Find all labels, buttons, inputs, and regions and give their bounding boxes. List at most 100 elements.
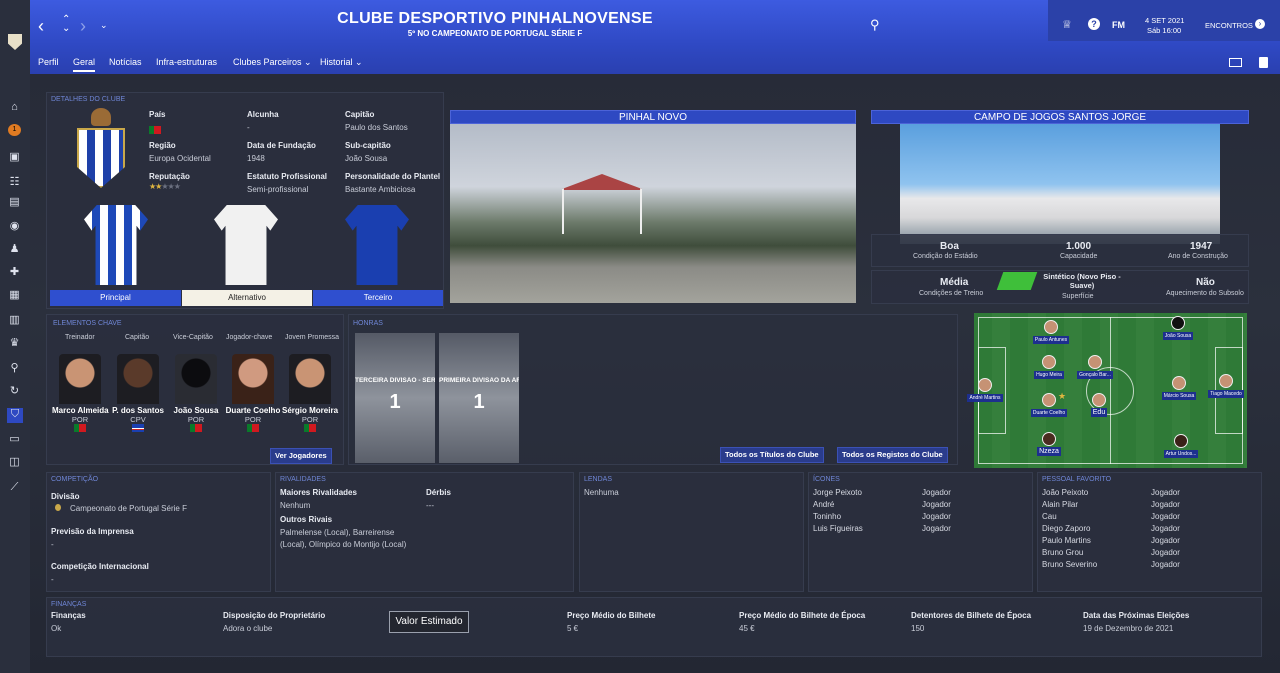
tactics-icon[interactable]: ☷ (8, 176, 21, 188)
icon-name[interactable]: André (813, 500, 834, 509)
tab-profile[interactable]: Perfil (38, 57, 59, 67)
lineup-player[interactable]: Nzeza (1029, 432, 1069, 456)
division-value[interactable]: Campeonato de Portugal Série F (70, 504, 187, 513)
lineup-player[interactable]: Paulo Antunes (1031, 320, 1071, 344)
favourite-name[interactable]: Alain Pilar (1042, 500, 1078, 509)
bandstand-shape (562, 174, 642, 234)
person-key-player[interactable]: Duarte Coelho POR (225, 354, 281, 434)
help-icon[interactable]: ? (1088, 18, 1100, 30)
capacity-value: 1.000 (1066, 241, 1092, 252)
lineup-player[interactable]: Artur Undos... (1161, 434, 1201, 458)
lineup-player[interactable]: Hugo Meira (1029, 355, 1069, 379)
role-captain: Capitão (125, 334, 150, 341)
all-records-button[interactable]: Todos os Registos do Clube (837, 447, 948, 463)
fm-menu-button[interactable]: FM (1112, 20, 1125, 30)
view-players-button[interactable]: Ver Jogadores (270, 448, 332, 464)
back-icon[interactable]: ‹ (38, 16, 44, 37)
training-icon[interactable]: ◉ (8, 220, 21, 232)
kit-home-button[interactable]: Principal (50, 290, 181, 306)
inbox-icon[interactable]: 1 (8, 124, 21, 136)
medical-icon[interactable]: ✚ (8, 266, 21, 278)
all-titles-button[interactable]: Todos os Títulos do Clube (720, 447, 824, 463)
history-dropdown-icon[interactable]: ⌄ (100, 20, 108, 31)
club-icon[interactable]: ⛉ (7, 408, 23, 423)
lineup-player[interactable]: Edu (1079, 393, 1119, 417)
club-crest (75, 108, 127, 194)
data-icon[interactable]: ▤ (8, 196, 21, 208)
key-player-name: Duarte Coelho (225, 406, 281, 415)
stadium-header: CAMPO DE JOGOS SANTOS JORGE (871, 110, 1249, 124)
trophy-icon[interactable]: ♛ (8, 337, 21, 349)
refresh-icon[interactable]: ↻ (8, 385, 21, 397)
favourite-name[interactable]: Diego Zaporo (1042, 524, 1090, 533)
display-icon[interactable] (1229, 58, 1242, 67)
search-icon[interactable]: ⚲ (870, 17, 880, 33)
board-icon[interactable]: ◫ (8, 456, 21, 468)
favourite-name[interactable]: João Peixoto (1042, 488, 1088, 497)
press-prediction-label: Previsão da Imprensa (51, 527, 134, 536)
finances-icon[interactable]: ▭ (8, 433, 21, 445)
person-manager[interactable]: Marco Almeida POR (52, 354, 109, 434)
honour-card-2[interactable]: PRIMEIRA DIVISÃO DA AF SE... 1 (439, 333, 519, 463)
sidebar-toggle-icon[interactable] (1259, 57, 1268, 68)
kit-away-button[interactable]: Alternativo (182, 290, 312, 306)
tab-overview[interactable]: Geral (73, 57, 96, 72)
lineup-player[interactable]: Márcio Sousa (1159, 376, 1199, 400)
lineup-player[interactable]: André Martins (965, 378, 1005, 402)
player-face (1171, 316, 1185, 330)
continue-arrow-icon[interactable]: › (1255, 19, 1265, 29)
icon-name[interactable]: Jorge Peixoto (813, 488, 862, 497)
favourite-name[interactable]: Bruno Severino (1042, 560, 1097, 569)
tab-news[interactable]: Notícias (109, 57, 142, 67)
icon-name[interactable]: Luis Figueiras (813, 524, 863, 533)
tab-facilities[interactable]: Infra-estruturas (156, 57, 217, 67)
home-icon[interactable]: ⌂ (8, 101, 21, 113)
surface-label: Superfície (1062, 293, 1094, 300)
favourite-name[interactable]: Cau (1042, 512, 1057, 521)
stadium-condition-value: Boa (940, 241, 959, 252)
continue-button[interactable]: ENCONTROS (1205, 21, 1253, 30)
training-label: Condições de Treino (919, 290, 984, 297)
person-young-prospect[interactable]: Sérgio Moreira POR (282, 354, 338, 434)
player-name: Gonçalo Bar... (1077, 371, 1113, 379)
finances-status-label: Finanças (51, 611, 86, 620)
city-header: PINHAL NOVO (450, 110, 856, 124)
owner-disposition-value: Adora o clube (223, 624, 273, 633)
club-details-label: DETALHES DO CLUBE (51, 96, 126, 103)
vice-captain-nation: POR (187, 415, 205, 424)
person-captain[interactable]: P. dos Santos CPV (110, 354, 166, 434)
favourite-name[interactable]: Bruno Grou (1042, 548, 1083, 557)
calendar-icon[interactable]: ▥ (8, 314, 21, 326)
squad-icon[interactable]: ▣ (8, 151, 21, 163)
player-face (1042, 393, 1056, 407)
vice-captain-value[interactable]: João Sousa (345, 154, 387, 163)
lineup-player[interactable]: Tiago Macedo (1206, 374, 1246, 398)
player-face (978, 378, 992, 392)
staff-icon[interactable]: ♟ (8, 243, 21, 255)
icon-name[interactable]: Toninho (813, 512, 841, 521)
club-crest-icon[interactable] (8, 34, 22, 50)
country-label: País (149, 110, 166, 119)
favourite-role: Jogador (1151, 488, 1180, 497)
captain-value[interactable]: Paulo dos Santos (345, 123, 408, 132)
tab-history[interactable]: Historial ⌄ (320, 57, 363, 68)
tab-affiliates[interactable]: Clubes Parceiros ⌄ (233, 57, 312, 68)
status-value: Semi-profissional (247, 185, 309, 194)
achievements-icon[interactable]: ♕ (1062, 18, 1072, 31)
transfers-icon[interactable]: ▦ (8, 289, 21, 301)
person-vice-captain[interactable]: João Sousa POR (168, 354, 224, 434)
scouting-icon[interactable]: ⚲ (8, 362, 21, 374)
up-down-icon[interactable]: ⌃ ⌄ (62, 15, 70, 34)
pitch-surface-icon (996, 272, 1038, 290)
favourite-role: Jogador (1151, 536, 1180, 545)
dev-center-icon[interactable]: ⟋ (8, 481, 21, 493)
stadium-condition-label: Condição do Estádio (913, 253, 978, 260)
forward-icon[interactable]: › (80, 16, 86, 37)
vice-captain-name: João Sousa (173, 406, 219, 415)
kit-third-button[interactable]: Terceiro (313, 290, 443, 306)
lineup-player[interactable]: Gonçalo Bar... (1075, 355, 1115, 379)
squad-personality-label: Personalidade do Plantel (345, 172, 441, 181)
favourite-name[interactable]: Paulo Martins (1042, 536, 1091, 545)
honour-card-1[interactable]: TERCEIRA DIVISÃO - SÉRIE F 1 (355, 333, 435, 463)
lineup-player[interactable]: João Sousa (1158, 316, 1198, 340)
